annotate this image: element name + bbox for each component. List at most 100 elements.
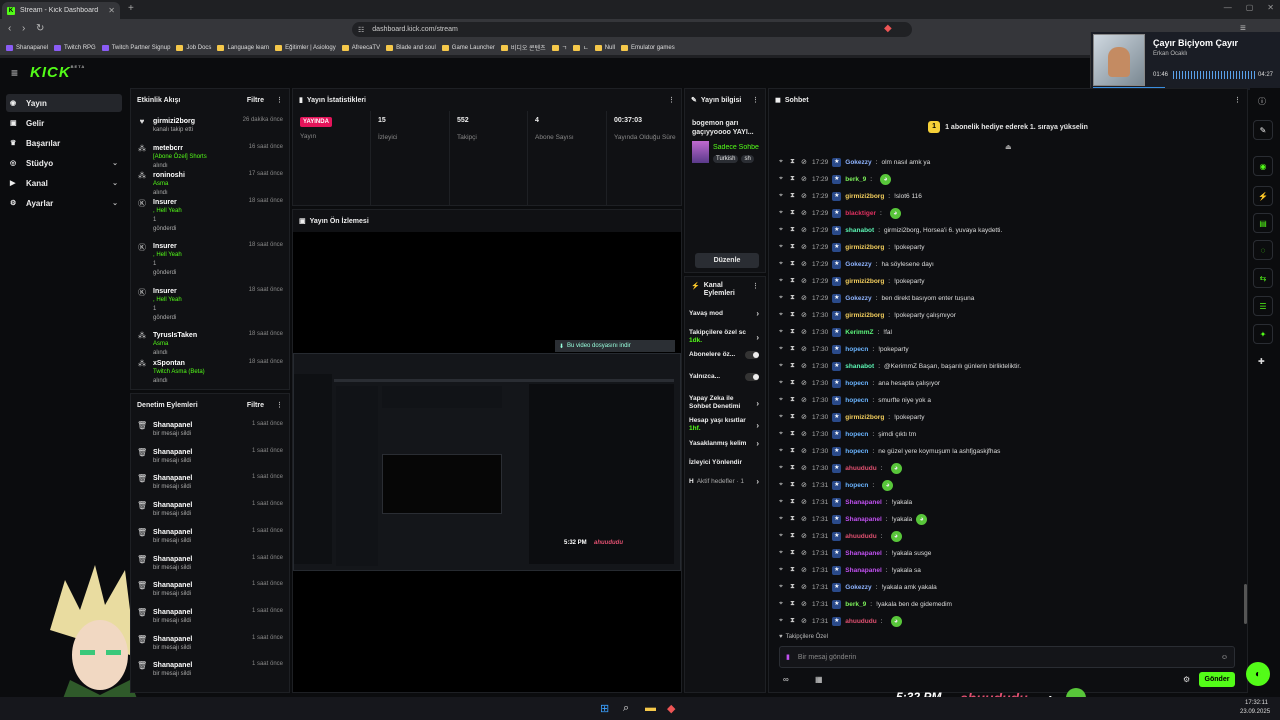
- timeout-icon[interactable]: ⧗: [790, 277, 797, 285]
- timeout-icon[interactable]: ⧗: [790, 583, 797, 591]
- hamburger-menu-icon[interactable]: ≡: [11, 66, 18, 80]
- timeout-icon[interactable]: ⧗: [790, 260, 797, 268]
- filter-button[interactable]: Filtre: [247, 97, 264, 104]
- chat-message[interactable]: ⌖ ⧗ ⊘ 17:29 ★ shanabot: girmizi2borg, Horsea'i…: [769, 223, 1247, 237]
- filter-button[interactable]: Filtre: [247, 402, 264, 409]
- message-user[interactable]: Shanapanel: [845, 550, 881, 557]
- chat-message[interactable]: ⌖ ⧗ ⊘ 17:31 ★ Shanapanel: !yakala sa: [769, 563, 1247, 577]
- help-fab-icon[interactable]: ◐: [1246, 662, 1270, 686]
- sidebar-item-2[interactable]: ♛ Başarılar: [6, 134, 122, 152]
- channel-action-item[interactable]: Takipçilere özel sc 1dk. ›: [689, 329, 759, 345]
- message-user[interactable]: ahuududu: [845, 465, 876, 472]
- tag[interactable]: Turkish: [713, 155, 739, 163]
- timeout-icon[interactable]: ⧗: [790, 481, 797, 489]
- wrench-tool-icon[interactable]: ✦: [1253, 324, 1273, 344]
- ban-icon[interactable]: ⊘: [801, 328, 808, 336]
- ban-icon[interactable]: ⊘: [801, 600, 808, 608]
- event-row[interactable]: ♥ girmizi2borg kanalı takip etti 26 dakika …: [131, 117, 289, 135]
- pin-icon[interactable]: ⌖: [779, 379, 786, 387]
- camera-tool-icon[interactable]: ◉: [1253, 156, 1273, 176]
- kick-logo[interactable]: KICKBETA: [30, 64, 85, 81]
- pin-icon[interactable]: ⌖: [779, 209, 786, 217]
- ban-icon[interactable]: ⊘: [801, 532, 808, 540]
- chat-message[interactable]: ⌖ ⧗ ⊘ 17:30 ★ hopecn: !pokeparty: [769, 342, 1247, 356]
- chat-message[interactable]: ⌖ ⧗ ⊘ 17:29 ★ berk_9: ◕: [769, 172, 1247, 186]
- chat-scrollbar[interactable]: [1244, 584, 1247, 624]
- timeout-icon[interactable]: ⧗: [790, 600, 797, 608]
- chat-message[interactable]: ⌖ ⧗ ⊘ 17:31 ★ Shanapanel: !yakala susge: [769, 546, 1247, 560]
- message-user[interactable]: girmizi2borg: [845, 193, 884, 200]
- timeout-icon[interactable]: ⧗: [790, 413, 797, 421]
- ban-icon[interactable]: ⊘: [801, 209, 808, 217]
- pin-icon[interactable]: ⌖: [779, 277, 786, 285]
- browser-tab[interactable]: K Stream - Kick Dashboard ✕: [2, 2, 120, 19]
- timeout-icon[interactable]: ⧗: [790, 379, 797, 387]
- chat-message[interactable]: ⌖ ⧗ ⊘ 17:30 ★ hopecn: smurfte niye yok a: [769, 393, 1247, 407]
- toggle-switch[interactable]: [744, 351, 759, 359]
- bookmark-item[interactable]: ㄴ: [573, 43, 589, 52]
- maximize-icon[interactable]: ▢: [1246, 3, 1254, 12]
- message-user[interactable]: girmizi2borg: [845, 244, 884, 251]
- channel-action-item[interactable]: Abonelere öz...: [689, 351, 759, 359]
- pin-icon[interactable]: ⌖: [779, 583, 786, 591]
- message-user[interactable]: hopecn: [845, 431, 868, 438]
- pin-icon[interactable]: ⌖: [779, 481, 786, 489]
- pin-icon[interactable]: ⌖: [779, 175, 786, 183]
- raid-tool-icon[interactable]: ⇆: [1253, 268, 1273, 288]
- message-user[interactable]: girmizi2borg: [845, 414, 884, 421]
- timeout-icon[interactable]: ⧗: [790, 430, 797, 438]
- chat-input[interactable]: ▮ Bir mesaj gönderin ☺: [779, 646, 1235, 668]
- chat-message[interactable]: ⌖ ⧗ ⊘ 17:29 ★ Gokezzy: ben direkt basıyom ente…: [769, 291, 1247, 305]
- timeout-icon[interactable]: ⧗: [790, 158, 797, 166]
- moderation-row[interactable]: 🗑 Shanapanel bir mesajı sildi 1 saat önce: [131, 421, 289, 439]
- chat-message[interactable]: ⌖ ⧗ ⊘ 17:30 ★ ahuududu: ◕: [769, 461, 1247, 475]
- message-user[interactable]: hopecn: [845, 448, 868, 455]
- tag[interactable]: sh: [741, 155, 754, 163]
- download-bar[interactable]: ⬇ Bu video dosyasını indir: [555, 340, 675, 352]
- media-popup[interactable]: Çayır Biçiyom Çayır Erkan Ocaklı 01:46 0…: [1090, 32, 1280, 90]
- chat-message[interactable]: ⌖ ⧗ ⊘ 17:30 ★ hopecn: ne güzel yere koymuşum l…: [769, 444, 1247, 458]
- ban-icon[interactable]: ⊘: [801, 413, 808, 421]
- pin-icon[interactable]: ⌖: [779, 566, 786, 574]
- points-icon[interactable]: ∞: [783, 675, 789, 684]
- chat-message[interactable]: ⌖ ⧗ ⊘ 17:29 ★ girmizi2borg: !pokeparty: [769, 274, 1247, 288]
- bookmark-item[interactable]: Null: [594, 44, 615, 51]
- sidebar-item-5[interactable]: ⚙ Ayarlar ⌄: [6, 194, 122, 212]
- message-user[interactable]: Gokezzy: [845, 584, 871, 591]
- chat-message[interactable]: ⌖ ⧗ ⊘ 17:29 ★ Gokezzy: ha söylesene dayı: [769, 257, 1247, 271]
- chat-message[interactable]: ⌖ ⧗ ⊘ 17:30 ★ hopecn: şimdi çıktı tm: [769, 427, 1247, 441]
- brave-shield-icon[interactable]: ◆: [884, 23, 892, 34]
- timeout-icon[interactable]: ⧗: [790, 549, 797, 557]
- chat-message[interactable]: ⌖ ⧗ ⊘ 17:30 ★ hopecn: ana hesapta çalışıyor: [769, 376, 1247, 390]
- pin-icon[interactable]: ⌖: [779, 600, 786, 608]
- message-user[interactable]: Gokezzy: [845, 261, 871, 268]
- chat-message[interactable]: ⌖ ⧗ ⊘ 17:31 ★ Shanapanel: !yakala ◕: [769, 512, 1247, 526]
- chat-message[interactable]: ⌖ ⧗ ⊘ 17:29 ★ girmizi2borg: !pokeparty: [769, 240, 1247, 254]
- pin-icon[interactable]: ⌖: [779, 447, 786, 455]
- chat-settings-icon[interactable]: ⚙: [1183, 675, 1190, 684]
- edit-tool-icon[interactable]: ✎: [1253, 120, 1273, 140]
- ban-icon[interactable]: ⊘: [801, 617, 808, 625]
- message-user[interactable]: hopecn: [845, 482, 868, 489]
- chat-message[interactable]: ⌖ ⧗ ⊘ 17:31 ★ Shanapanel: !yakala: [769, 495, 1247, 509]
- timeout-icon[interactable]: ⧗: [790, 243, 797, 251]
- close-tab-icon[interactable]: ✕: [108, 6, 115, 15]
- chat-message[interactable]: ⌖ ⧗ ⊘ 17:30 ★ girmizi2borg: !pokeparty: [769, 410, 1247, 424]
- channel-action-item[interactable]: İzleyici Yönlendir: [689, 459, 759, 467]
- ban-icon[interactable]: ⊘: [801, 549, 808, 557]
- pin-icon[interactable]: ⌖: [779, 260, 786, 268]
- chat-tool-icon[interactable]: ◌: [1253, 240, 1273, 260]
- add-tool-icon[interactable]: ✚: [1258, 357, 1265, 366]
- bookmark-item[interactable]: Shanapanel: [6, 44, 48, 51]
- more-icon[interactable]: ⋮: [276, 401, 283, 409]
- pin-icon[interactable]: ⌖: [779, 294, 786, 302]
- chat-message[interactable]: ⌖ ⧗ ⊘ 17:29 ★ blacktiger: ◕: [769, 206, 1247, 220]
- message-user[interactable]: Shanapanel: [845, 567, 881, 574]
- reload-icon[interactable]: ↻: [36, 23, 44, 34]
- timeout-icon[interactable]: ⧗: [790, 362, 797, 370]
- sidebar-item-0[interactable]: ◉ Yayın: [6, 94, 122, 112]
- category-name[interactable]: Sadece Sohbe: [713, 144, 763, 151]
- ban-icon[interactable]: ⊘: [801, 464, 808, 472]
- channel-action-item[interactable]: Yavaş mod ›: [689, 309, 759, 318]
- bookmark-item[interactable]: Eğitimler | Asiology: [275, 44, 336, 51]
